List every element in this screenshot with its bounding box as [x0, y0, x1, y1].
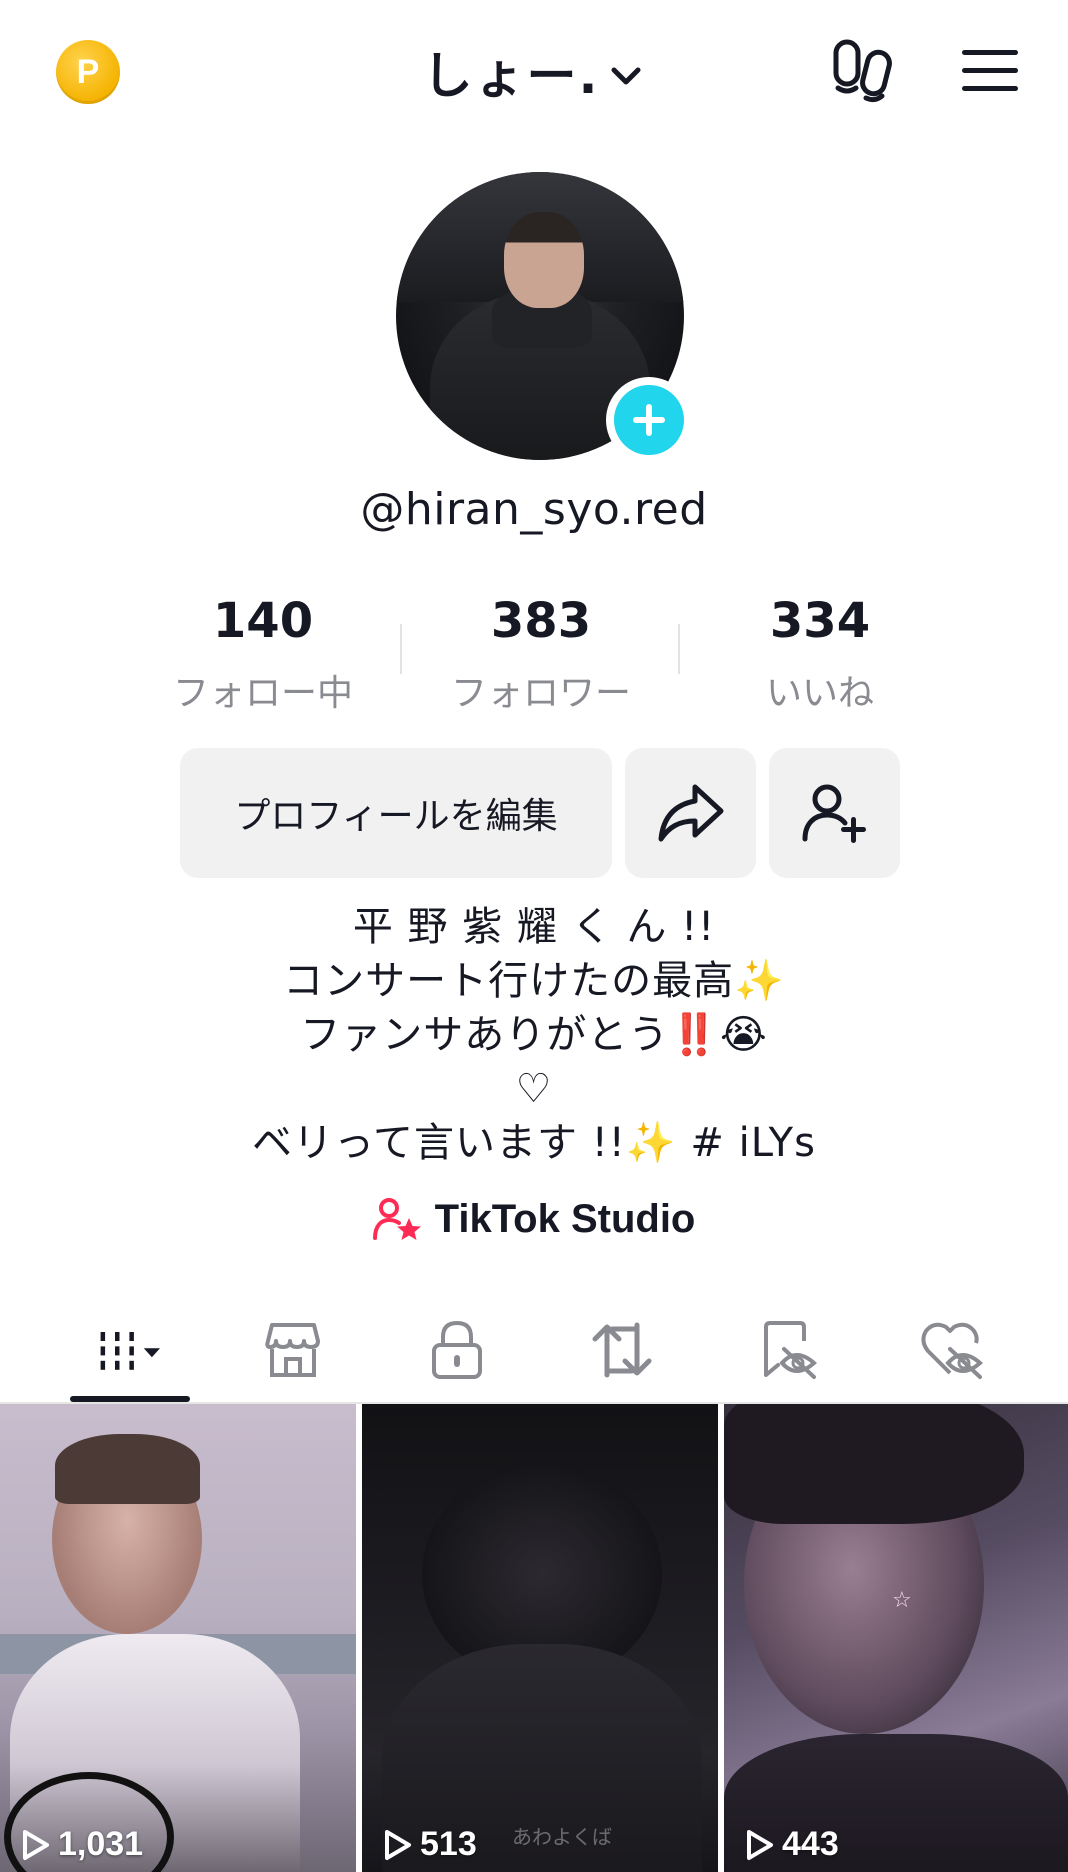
content-tabs	[0, 1300, 1068, 1404]
plus-icon	[614, 385, 684, 455]
stat-label: いいね	[765, 673, 874, 714]
stats-divider	[678, 624, 680, 674]
lock-icon	[432, 1320, 482, 1379]
bio: 平 野 紫 耀 く ん !! コンサート行けたの最高✨ ファンサありがとう‼️😭…	[0, 900, 1068, 1170]
sparkle-icon: ☆	[892, 1588, 912, 1613]
bio-line: 平 野 紫 耀 く ん !!	[352, 904, 716, 950]
repost-icon	[592, 1322, 652, 1378]
view-count: 513	[384, 1825, 477, 1864]
thumb-shape	[55, 1434, 200, 1504]
tab-private[interactable]	[412, 1308, 502, 1392]
bio-line: ♡	[515, 1066, 553, 1112]
chevron-down-icon	[611, 67, 640, 85]
studio-creator-icon	[372, 1198, 421, 1240]
stat-followers[interactable]: 383 フォロワー	[421, 592, 661, 716]
play-icon	[385, 1829, 411, 1860]
menu-icon[interactable]	[955, 36, 1025, 106]
profile-page: P しょー. @hiran_syo.red 140 フォロー中 383 フォロワ…	[0, 0, 1068, 1872]
bio-line: ベリって言います !!✨ # iLYs	[252, 1120, 816, 1166]
footprint-icon[interactable]	[828, 36, 898, 106]
video-caption: あわよくば	[512, 1825, 612, 1849]
share-arrow-icon	[658, 784, 723, 842]
bookmark-hidden-icon	[764, 1321, 818, 1379]
add-friend-icon	[802, 784, 866, 843]
stats-divider	[400, 624, 402, 674]
stat-likes[interactable]: 334 いいね	[700, 592, 940, 716]
thumb-shape	[724, 1404, 1024, 1524]
edit-profile-button[interactable]: プロフィールを編集	[180, 748, 612, 878]
stat-label: フォロー中	[172, 673, 353, 714]
tiktok-studio-link[interactable]: TikTok Studio	[0, 1196, 1068, 1242]
add-story-button[interactable]	[606, 377, 692, 463]
stat-value: 334	[769, 593, 871, 649]
stats-row: 140 フォロー中 383 フォロワー 334 いいね	[0, 592, 1068, 714]
bio-line: コンサート行けたの最高✨	[283, 958, 785, 1004]
stat-label: フォロワー	[450, 673, 631, 714]
view-count: 1,031	[22, 1825, 143, 1864]
add-friend-button[interactable]	[769, 748, 900, 878]
view-count: 443	[746, 1825, 839, 1864]
video-thumbnail[interactable]: ☆ 443	[724, 1404, 1068, 1872]
tab-liked[interactable]	[906, 1308, 996, 1392]
account-switcher[interactable]: しょー.	[0, 36, 1068, 108]
top-bar: P しょー.	[0, 0, 1068, 150]
tab-favorites[interactable]	[742, 1308, 832, 1392]
studio-label: TikTok Studio	[434, 1196, 696, 1241]
bio-line: ファンサありがとう‼️😭	[300, 1012, 768, 1058]
stat-value: 383	[490, 593, 592, 649]
stat-following[interactable]: 140 フォロー中	[143, 592, 383, 716]
tab-shop[interactable]	[248, 1308, 338, 1392]
avatar-face	[504, 212, 584, 308]
stat-value: 140	[212, 593, 314, 649]
heart-hidden-icon	[921, 1322, 984, 1379]
active-tab-indicator	[70, 1396, 190, 1402]
share-profile-button[interactable]	[625, 748, 756, 878]
shop-icon	[265, 1323, 320, 1377]
avatar-container[interactable]	[396, 172, 692, 463]
play-icon	[23, 1829, 49, 1860]
play-icon	[747, 1829, 773, 1860]
tab-videos[interactable]	[88, 1308, 178, 1392]
view-count-value: 513	[420, 1825, 477, 1863]
username: @hiran_syo.red	[360, 484, 708, 535]
view-count-value: 1,031	[58, 1825, 144, 1863]
view-count-value: 443	[782, 1825, 839, 1863]
video-thumbnail[interactable]: あわよくば 513	[362, 1404, 718, 1872]
video-grid: 1,031 あわよくば 513 ☆ 443	[0, 1404, 1068, 1872]
tab-reposts[interactable]	[577, 1308, 667, 1392]
grid-icon	[100, 1332, 160, 1370]
video-thumbnail[interactable]: 1,031	[0, 1404, 356, 1872]
page-title: しょー.	[422, 47, 600, 105]
